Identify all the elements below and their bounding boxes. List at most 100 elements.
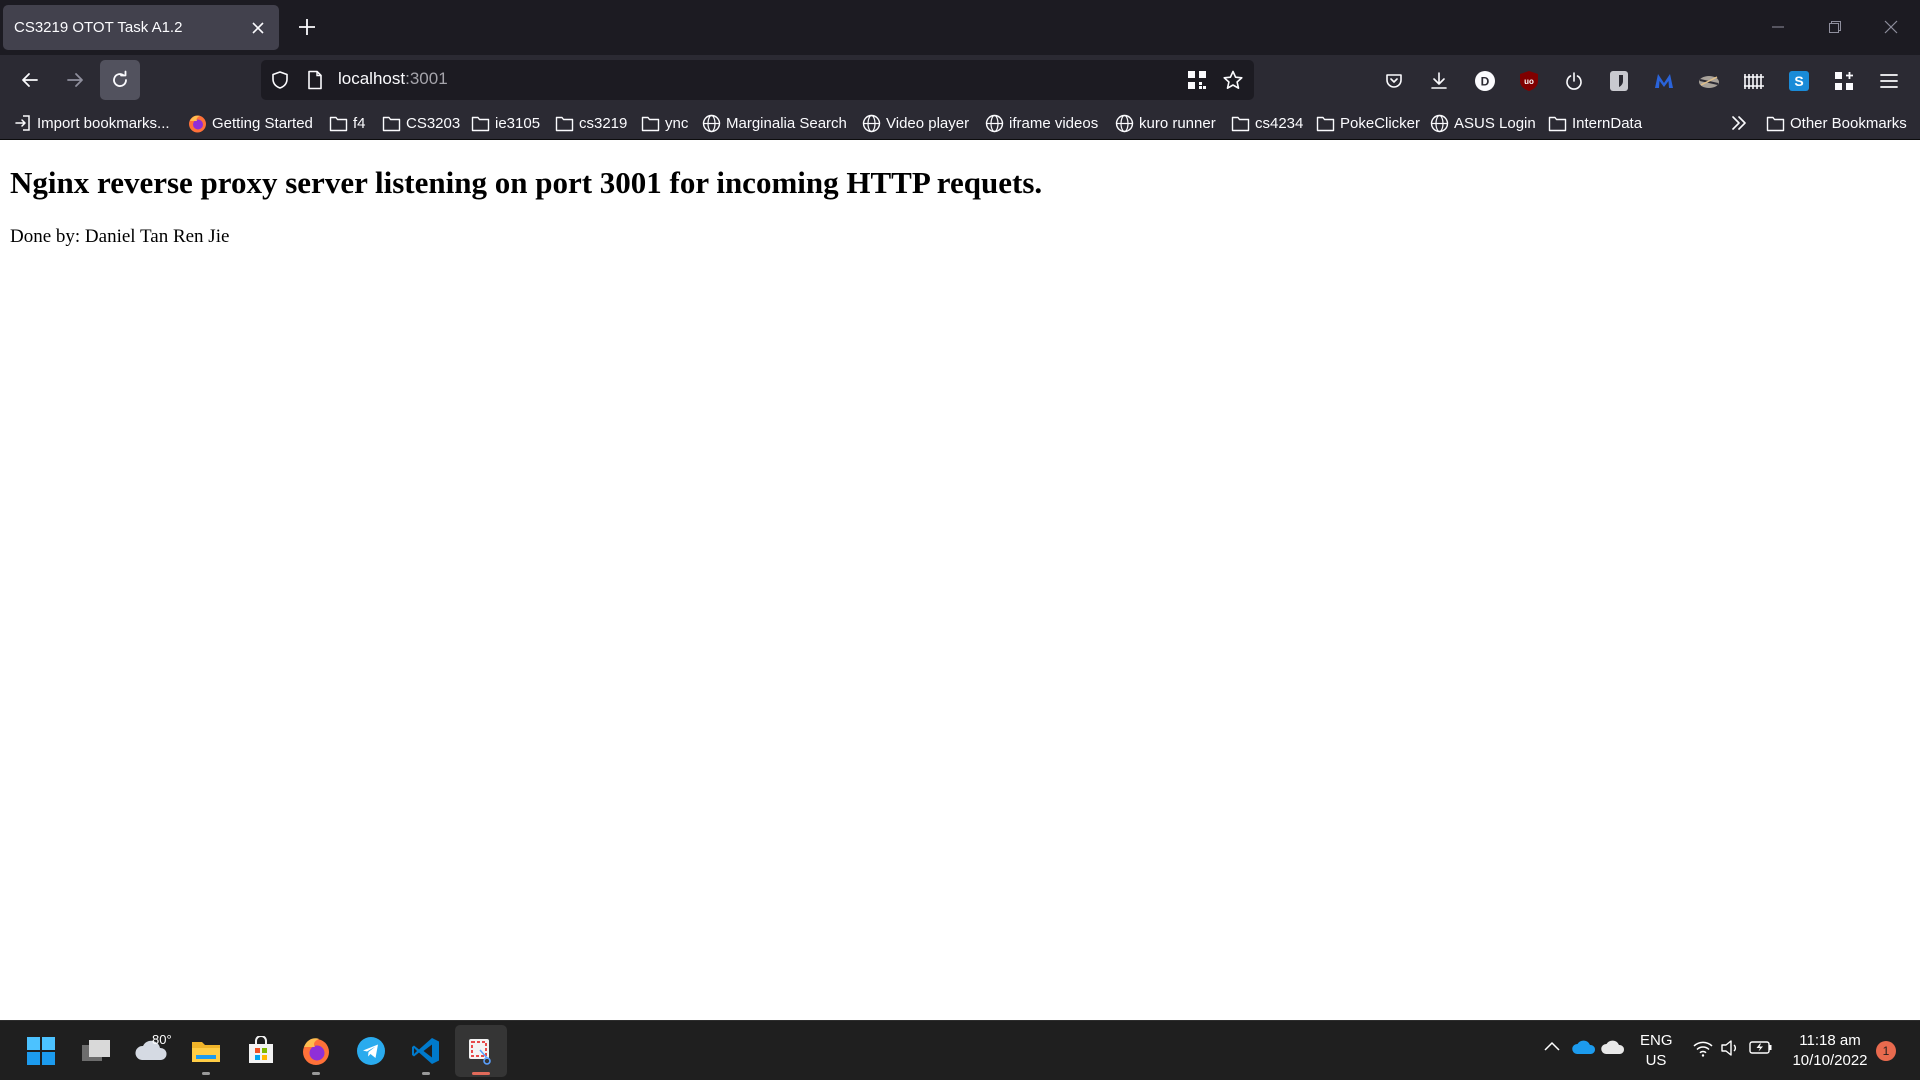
- clock-time: 11:18 am: [1799, 1032, 1861, 1049]
- folder-icon: [382, 116, 401, 131]
- forward-button[interactable]: [55, 60, 95, 100]
- bookmark-label: ync: [665, 114, 689, 132]
- tab-title: CS3219 OTOT Task A1.2: [14, 19, 183, 36]
- microsoft-store-button[interactable]: [235, 1025, 287, 1077]
- bookmark-marginalia-search[interactable]: Marginalia Search: [702, 111, 847, 135]
- tab-close-icon[interactable]: [249, 19, 267, 37]
- qr-code-icon[interactable]: [1187, 70, 1207, 95]
- input-language[interactable]: ENG US: [1640, 1031, 1673, 1071]
- url-bar[interactable]: localhost:3001: [261, 60, 1254, 100]
- firefox-icon: [303, 1038, 329, 1065]
- folder-icon: [471, 116, 490, 131]
- page-info-icon[interactable]: [306, 70, 324, 95]
- tab-active[interactable]: CS3219 OTOT Task A1.2: [3, 5, 279, 50]
- minimize-icon[interactable]: [1765, 14, 1791, 40]
- bookmark-label: iframe videos: [1009, 114, 1099, 132]
- bookmark-label: ASUS Login: [1454, 114, 1536, 132]
- bookmark-label: cs4234: [1255, 114, 1304, 132]
- url-text[interactable]: localhost:3001: [338, 69, 448, 89]
- globe-icon: [1115, 114, 1134, 132]
- bookmark-folder-cs3219[interactable]: cs3219: [555, 111, 627, 135]
- bookmark-folder-ie3105[interactable]: ie3105: [471, 111, 540, 135]
- bookmark-getting-started[interactable]: Getting Started: [188, 111, 313, 135]
- battery-charging-icon[interactable]: [1749, 1039, 1773, 1055]
- svg-text:S: S: [1794, 73, 1803, 89]
- pocket-icon[interactable]: [1381, 68, 1407, 94]
- clock[interactable]: 11:18 am 10/10/2022: [1784, 1031, 1876, 1071]
- firefox-taskbar-button[interactable]: [290, 1025, 342, 1077]
- bookmark-folder-f4[interactable]: f4: [329, 111, 366, 135]
- globe-icon: [985, 114, 1004, 132]
- reload-button[interactable]: [100, 60, 140, 100]
- hamburger-menu-icon[interactable]: [1876, 68, 1902, 94]
- bookmark-kuro-runner[interactable]: kuro runner: [1115, 111, 1216, 135]
- folder-icon: [641, 116, 660, 131]
- bookmark-asus-login[interactable]: ASUS Login: [1430, 111, 1536, 135]
- folder-icon: [555, 116, 574, 131]
- bookmarks-toolbar: Import bookmarks... Getting Started f4 C…: [0, 106, 1920, 140]
- firefox-icon: [189, 115, 206, 132]
- malwarebytes-icon[interactable]: [1651, 68, 1677, 94]
- tampermonkey-icon[interactable]: [1696, 68, 1722, 94]
- bookmark-import[interactable]: Import bookmarks...: [14, 111, 170, 135]
- bookmark-iframe-videos[interactable]: iframe videos: [985, 111, 1098, 135]
- extensions-grid-icon[interactable]: [1831, 68, 1857, 94]
- globe-icon: [702, 114, 721, 132]
- start-button[interactable]: [15, 1025, 67, 1077]
- bookmark-other-bookmarks[interactable]: Other Bookmarks: [1766, 111, 1907, 135]
- folder-icon: [1548, 116, 1567, 131]
- shield-icon[interactable]: [270, 70, 290, 95]
- page-heading: Nginx reverse proxy server listening on …: [10, 165, 1043, 200]
- d-extension-icon[interactable]: D: [1472, 68, 1498, 94]
- chevron-double-right-icon: [1732, 116, 1746, 130]
- bookmark-folder-pokeclicker[interactable]: PokeClicker: [1316, 111, 1420, 135]
- star-bookmark-icon[interactable]: [1222, 70, 1244, 95]
- bookmark-video-player[interactable]: Video player: [862, 111, 969, 135]
- onedrive-blue-cloud-icon[interactable]: [1572, 1039, 1596, 1055]
- task-view-icon: [82, 1040, 110, 1061]
- restore-icon[interactable]: [1822, 14, 1848, 40]
- bookmark-label: f4: [353, 114, 366, 132]
- url-host: localhost: [338, 69, 406, 88]
- close-window-icon[interactable]: [1878, 14, 1904, 40]
- new-tab-button[interactable]: [293, 13, 321, 41]
- onedrive-white-cloud-icon[interactable]: [1601, 1039, 1625, 1055]
- folder-icon: [1766, 116, 1785, 131]
- running-indicator: [202, 1072, 210, 1075]
- wifi-icon[interactable]: [1692, 1039, 1714, 1057]
- bookmark-folder-interndata[interactable]: InternData: [1548, 111, 1642, 135]
- telegram-button[interactable]: [345, 1025, 397, 1077]
- task-view-button[interactable]: [70, 1025, 122, 1077]
- file-explorer-button[interactable]: [180, 1025, 232, 1077]
- library-icon[interactable]: [1741, 68, 1767, 94]
- volume-icon[interactable]: [1720, 1039, 1740, 1057]
- bookmark-label: CS3203: [406, 114, 461, 132]
- s-extension-icon[interactable]: S: [1786, 68, 1812, 94]
- vscode-icon: [412, 1038, 439, 1064]
- show-hidden-icons-chevron-up-icon[interactable]: [1543, 1039, 1561, 1053]
- active-indicator: [472, 1072, 490, 1075]
- folder-icon: [329, 116, 348, 131]
- telegram-icon: [357, 1037, 385, 1065]
- back-button[interactable]: [10, 60, 50, 100]
- running-indicator: [422, 1072, 430, 1075]
- bookmark-label: cs3219: [579, 114, 628, 132]
- arrow-right-icon: [67, 73, 83, 87]
- power-icon[interactable]: [1561, 68, 1587, 94]
- vscode-button[interactable]: [400, 1025, 452, 1077]
- notification-badge[interactable]: 1: [1876, 1041, 1896, 1061]
- bookmarks-overflow-button[interactable]: [1730, 111, 1748, 135]
- snipping-tool-button[interactable]: [455, 1025, 507, 1077]
- download-icon[interactable]: [1426, 68, 1452, 94]
- bookmark-label: kuro runner: [1139, 114, 1216, 132]
- windows-logo-icon: [27, 1037, 55, 1065]
- bookmark-folder-cs3203[interactable]: CS3203: [382, 111, 460, 135]
- navigation-toolbar: localhost:3001 D uo S: [0, 55, 1920, 106]
- bookmark-label: Getting Started: [212, 114, 313, 132]
- bookmark-folder-ync[interactable]: ync: [641, 111, 688, 135]
- page-paragraph: Done by: Daniel Tan Ren Jie: [10, 226, 230, 247]
- bitwarden-icon[interactable]: [1606, 68, 1632, 94]
- folder-icon: [1316, 116, 1335, 131]
- bookmark-folder-cs4234[interactable]: cs4234: [1231, 111, 1303, 135]
- ublock-origin-icon[interactable]: uo: [1516, 68, 1542, 94]
